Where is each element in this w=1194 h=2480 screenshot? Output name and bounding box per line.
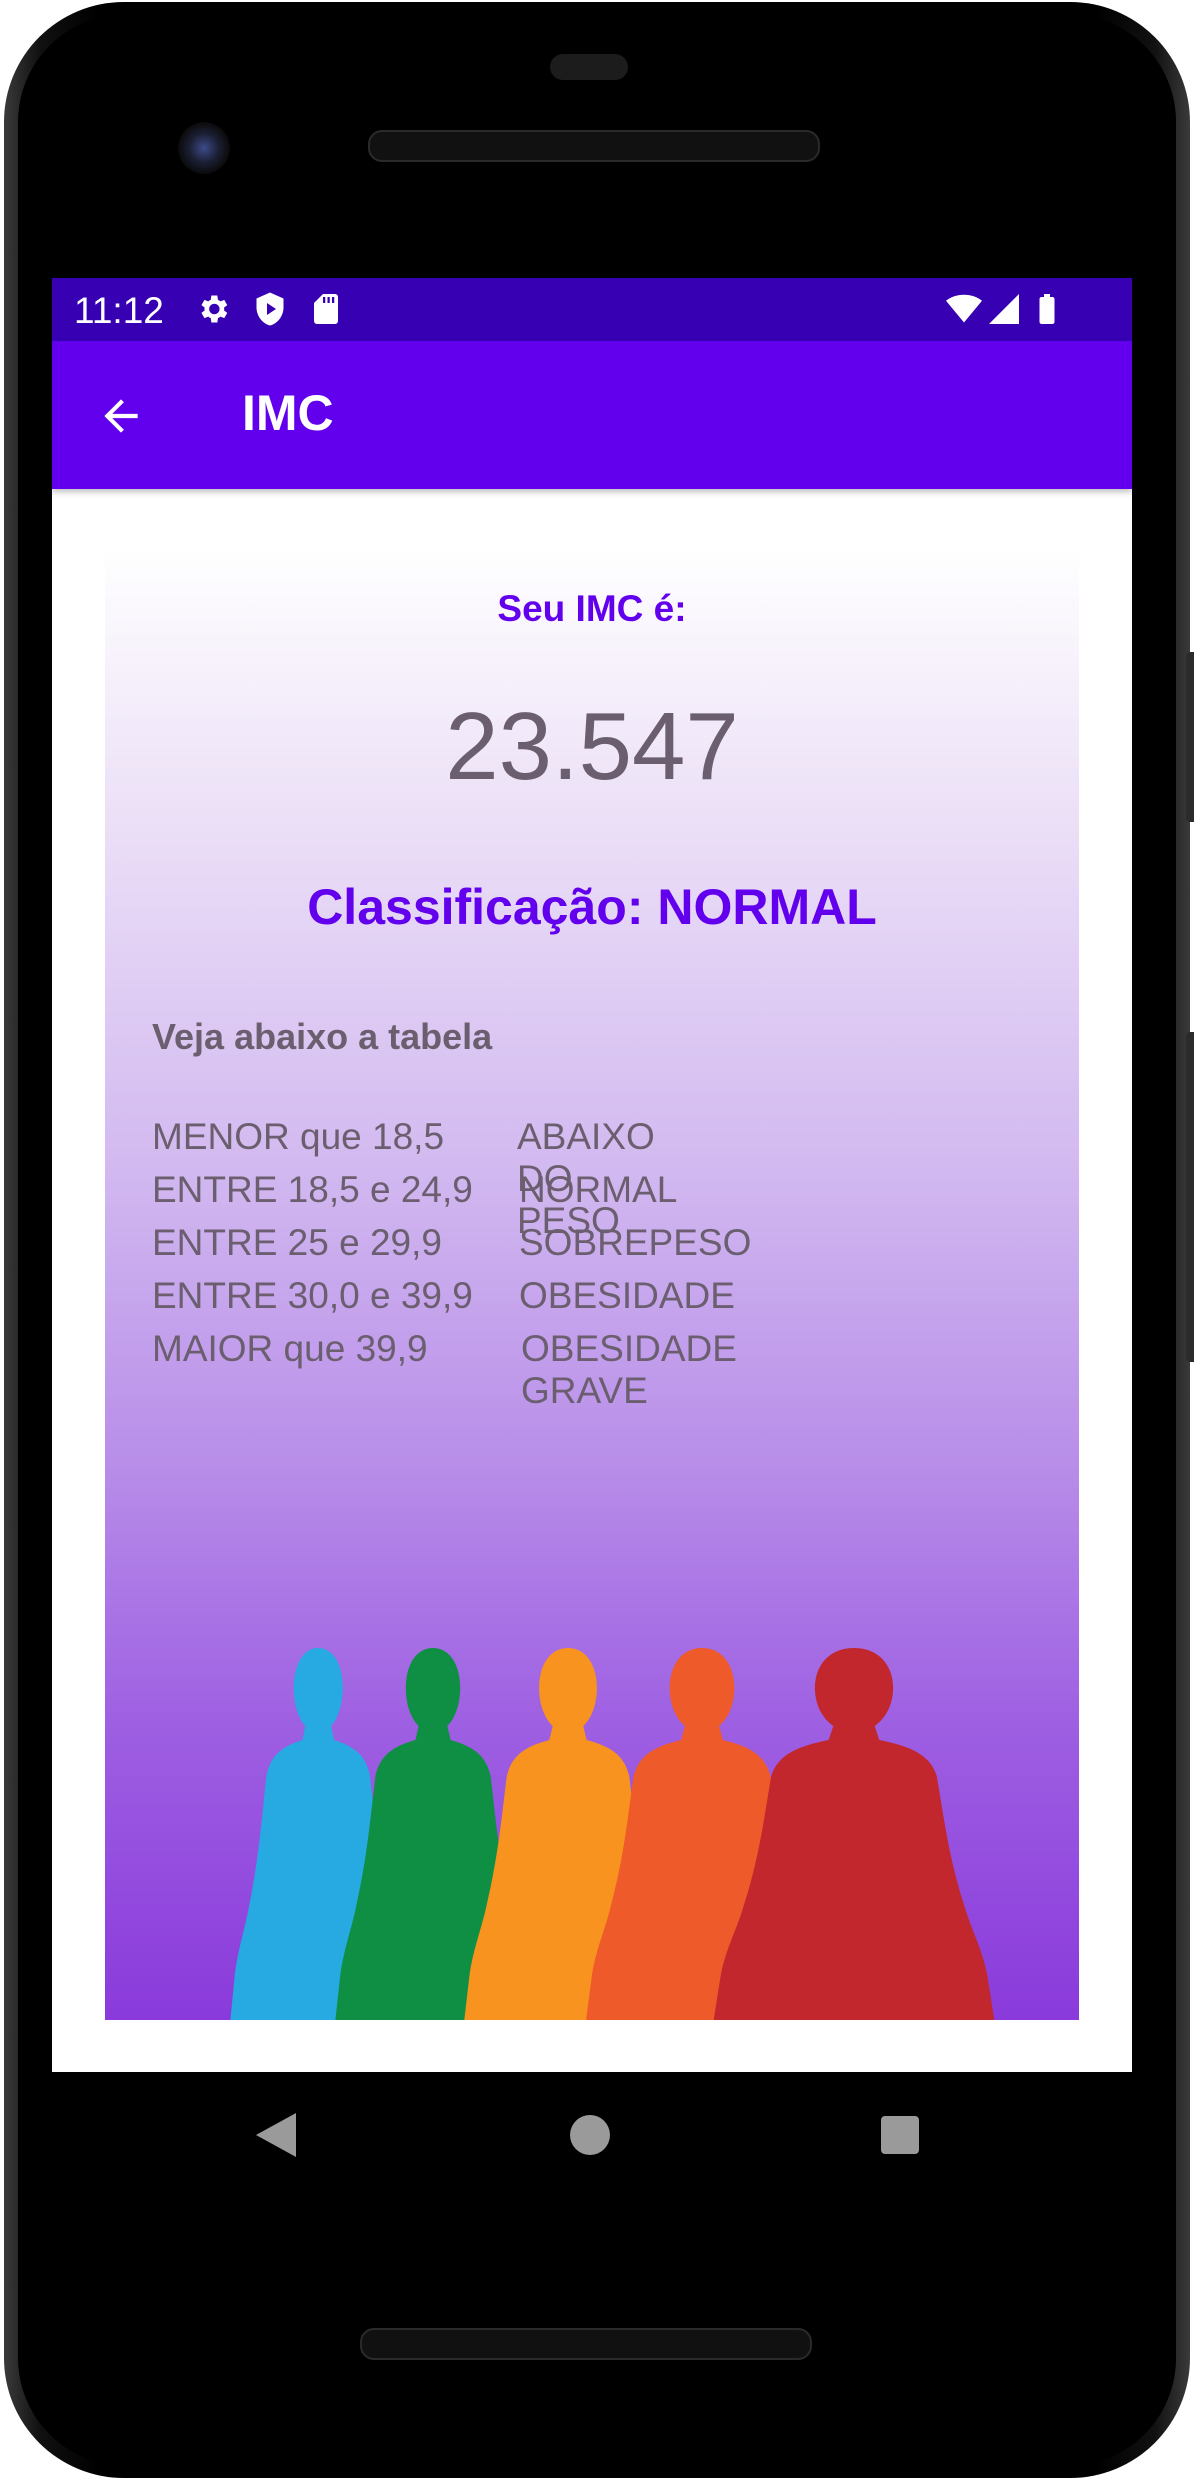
shield-play-icon — [256, 292, 284, 326]
arrow-left-icon[interactable] — [96, 391, 146, 441]
status-time: 11:12 — [74, 290, 164, 331]
gear-icon — [201, 295, 228, 323]
top-speaker — [368, 130, 820, 162]
table-row: MENOR que 18,5 ABAIXO DO PESO — [152, 1116, 655, 1241]
table-label: SOBREPESO — [519, 1222, 752, 1263]
table-range: MENOR que 18,5 — [152, 1116, 445, 1157]
wifi-icon — [946, 294, 982, 323]
screen: 11:12 IMC Seu IMC é: 23.547 Classificaçã… — [52, 278, 1132, 2072]
table-range: ENTRE 25 e 29,9 — [152, 1222, 442, 1263]
power-button — [1186, 1032, 1194, 1362]
table-range: ENTRE 18,5 e 24,9 — [152, 1169, 473, 1210]
sensor-slot — [550, 54, 628, 80]
bmi-value: 23.547 — [445, 693, 739, 800]
page-title: IMC — [242, 385, 334, 441]
table-label: OBESIDADE GRAVE — [521, 1328, 737, 1411]
result-heading: Seu IMC é: — [497, 588, 687, 629]
table-range: ENTRE 30,0 e 39,9 — [152, 1275, 473, 1316]
front-camera — [178, 122, 230, 174]
bottom-speaker — [360, 2328, 812, 2360]
classification-label: Classificação: NORMAL — [307, 879, 877, 935]
app-bar: IMC — [52, 341, 1132, 489]
battery-icon — [1039, 294, 1055, 324]
signal-icon — [989, 294, 1019, 324]
volume-button — [1186, 652, 1194, 822]
result-card: Seu IMC é: 23.547 Classificação: NORMAL … — [105, 548, 1079, 2020]
sd-card-icon — [314, 294, 338, 324]
nav-recents-icon[interactable] — [881, 2116, 919, 2154]
nav-back-icon[interactable] — [256, 2113, 296, 2157]
nav-home-icon[interactable] — [570, 2115, 610, 2155]
table-range: MAIOR que 39,9 — [152, 1328, 428, 1369]
body-silhouettes-illustration — [230, 1648, 995, 2020]
table-title: Veja abaixo a tabela — [152, 1016, 493, 1057]
table-row: ENTRE 18,5 e 24,9 NORMAL — [152, 1169, 677, 1211]
status-bar: 11:12 — [52, 278, 1132, 341]
table-label: NORMAL — [519, 1169, 678, 1210]
table-row: ENTRE 30,0 e 39,9 OBESIDADE — [152, 1275, 735, 1317]
table-row: MAIOR que 39,9 OBESIDADE GRAVE — [152, 1328, 737, 1411]
table-label: OBESIDADE — [519, 1275, 735, 1316]
table-row: ENTRE 25 e 29,9 SOBREPESO — [152, 1222, 751, 1264]
